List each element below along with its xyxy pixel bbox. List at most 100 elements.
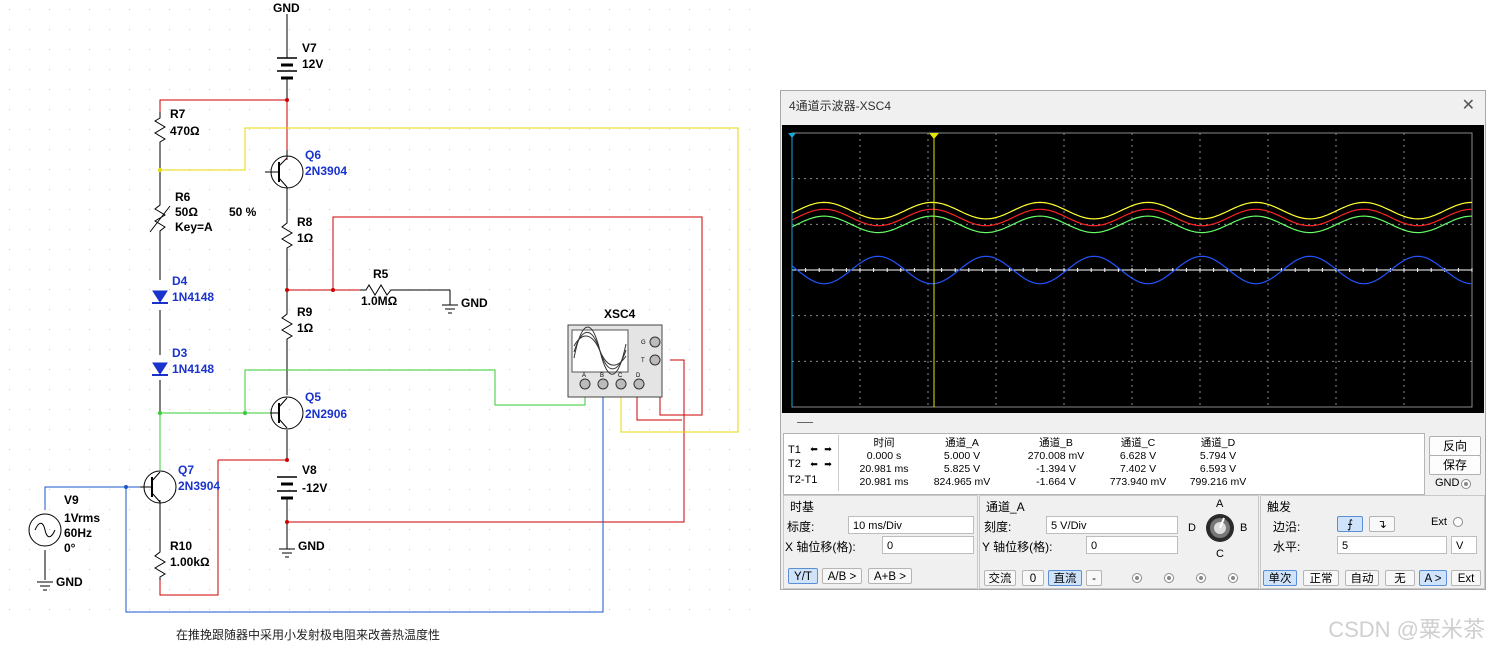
t1-label: T1 <box>788 444 801 456</box>
r7-value: 470Ω <box>170 124 200 138</box>
xsc4-pin-g: G <box>641 340 646 346</box>
x-position-label: X 轴位移(格): <box>785 540 856 554</box>
gnd-terminal-icon[interactable] <box>1461 479 1471 489</box>
reverse-button[interactable]: 反向 <box>1429 436 1481 456</box>
xsc4-name: XSC4 <box>604 307 636 321</box>
t2-left-arrow-icon[interactable]: ⬅ <box>808 459 820 470</box>
trigger-single-button[interactable]: 单次 <box>1263 570 1297 586</box>
v9-name: V9 <box>64 493 79 507</box>
q6-name: Q6 <box>305 148 321 162</box>
coupling-ac-button[interactable]: 交流 <box>984 570 1016 586</box>
diff-ch-d: 799.216 mV <box>1189 476 1247 488</box>
channel-scale-field[interactable]: 5 V/Div <box>1046 516 1178 534</box>
knob-label-c: C <box>1216 548 1224 560</box>
coupling-dc-button[interactable]: 直流 <box>1048 570 1082 586</box>
channel-section: 通道_A 刻度: 5 V/Div Y 轴位移(格): 0 交流 0 直流 - A… <box>979 495 1259 589</box>
r8-value: 1Ω <box>297 231 314 245</box>
close-icon[interactable]: ✕ <box>1462 91 1475 121</box>
v9-value1: 1Vrms <box>64 511 100 525</box>
r6-percent: 50 % <box>229 205 257 219</box>
t2-ch-c: 7.402 V <box>1119 463 1157 475</box>
timebase-scale-label: 标度: <box>787 520 815 534</box>
channel-title: 通道_A <box>986 500 1025 514</box>
channel-radio-2[interactable] <box>1164 573 1174 583</box>
trigger-title: 触发 <box>1267 500 1292 514</box>
v8-name: V8 <box>302 463 317 477</box>
gnd-label-v9: GND <box>56 575 83 589</box>
trigger-ext-label: Ext <box>1431 516 1447 528</box>
gnd-terminal-label: GND <box>1435 477 1460 489</box>
panel-divider <box>797 422 813 423</box>
trigger-level-field[interactable]: 5 <box>1337 536 1447 554</box>
mode-a-plus-b-button[interactable]: A+B > <box>868 568 912 584</box>
diff-time: 20.981 ms <box>859 476 909 488</box>
v8-value: -12V <box>302 481 327 495</box>
gnd-label-v8: GND <box>298 539 325 553</box>
d4-name: D4 <box>172 274 188 288</box>
window-titlebar: 4通道示波器-XSC4 ✕ <box>781 91 1485 121</box>
xsc4-pin-a: A <box>582 373 586 379</box>
header-ch-c: 通道_C <box>1120 437 1156 449</box>
v9-value2: 60Hz <box>64 526 92 540</box>
coupling-minus-button[interactable]: - <box>1086 570 1102 586</box>
diff-ch-b: -1.664 V <box>1036 476 1076 488</box>
oscilloscope-window: 4通道示波器-XSC4 ✕ T1 T2 T2-T1 ⬅ ➡ ⬅ ➡ 时间 0.0… <box>780 90 1486 590</box>
save-button[interactable]: 保存 <box>1429 455 1481 475</box>
edge-falling-icon[interactable]: ↴ <box>1369 516 1395 532</box>
edge-rising-icon[interactable]: ⨍ <box>1337 516 1363 532</box>
diff-ch-c: 773.940 mV <box>1109 476 1167 488</box>
circuit-schematic: GND V7 12V R7 470Ω R6 50Ω Key=A 50 % D4 … <box>0 0 760 620</box>
t1-time: 0.000 s <box>866 450 902 462</box>
r6-name: R6 <box>175 190 191 204</box>
oscilloscope-xsc4-icon[interactable]: A B C D G T <box>567 324 663 398</box>
trigger-ext-radio[interactable] <box>1453 517 1463 527</box>
trigger-source-ext-button[interactable]: Ext <box>1451 570 1481 586</box>
t1-left-arrow-icon[interactable]: ⬅ <box>808 444 820 455</box>
coupling-zero-button[interactable]: 0 <box>1022 570 1044 586</box>
q5-value: 2N2906 <box>305 407 347 421</box>
window-title: 4通道示波器-XSC4 <box>789 99 892 113</box>
scope-screen <box>782 125 1484 413</box>
mode-yt-button[interactable]: Y/T <box>788 568 818 584</box>
readout-table: 时间 0.000 s 20.981 ms 20.981 ms 通道_A 5.00… <box>838 435 1423 491</box>
q7-name: Q7 <box>178 463 194 477</box>
r7-name: R7 <box>170 107 186 121</box>
channel-scale-label: 刻度: <box>984 520 1012 534</box>
r10-value: 1.00kΩ <box>170 555 210 569</box>
header-ch-a: 通道_A <box>945 437 979 449</box>
gnd-label-top: GND <box>273 1 300 15</box>
y-position-field[interactable]: 0 <box>1086 536 1178 554</box>
trigger-normal-button[interactable]: 正常 <box>1303 570 1339 586</box>
y-position-label: Y 轴位移(格): <box>982 540 1053 554</box>
t1-right-arrow-icon[interactable]: ➡ <box>822 444 834 455</box>
channel-radio-3[interactable] <box>1196 573 1206 583</box>
t1-ch-a: 5.000 V <box>943 450 981 462</box>
trigger-level-unit[interactable]: V <box>1451 536 1477 554</box>
mode-ab-button[interactable]: A/B > <box>822 568 862 584</box>
trigger-none-button[interactable]: 无 <box>1385 570 1415 586</box>
t2-right-arrow-icon[interactable]: ➡ <box>822 459 834 470</box>
r6-value: 50Ω <box>175 205 198 219</box>
channel-radio-4[interactable] <box>1228 573 1238 583</box>
t2-ch-d: 6.593 V <box>1199 463 1237 475</box>
xsc4-pin-c: C <box>618 373 623 379</box>
cursor-readout-panel: T1 T2 T2-T1 ⬅ ➡ ⬅ ➡ 时间 0.000 s 20.981 ms… <box>783 433 1425 495</box>
knob-label-d: D <box>1188 522 1196 534</box>
d4-value: 1N4148 <box>172 290 214 304</box>
q7-value: 2N3904 <box>178 479 220 493</box>
r6-key: Key=A <box>175 220 213 234</box>
xsc4-pin-d: D <box>636 373 641 379</box>
trigger-auto-button[interactable]: 自动 <box>1345 570 1379 586</box>
t2t1-label: T2-T1 <box>788 474 818 486</box>
r8-name: R8 <box>297 215 313 229</box>
timebase-scale-field[interactable]: 10 ms/Div <box>848 516 974 534</box>
x-position-field[interactable]: 0 <box>882 536 974 554</box>
circuit-caption: 在推挽跟随器中采用小发射极电阻来改善热温度性 <box>176 628 441 642</box>
channel-radio-1[interactable] <box>1132 573 1142 583</box>
header-ch-b: 通道_B <box>1039 437 1073 449</box>
d3-name: D3 <box>172 346 188 360</box>
gnd-label-r5: GND <box>461 296 488 310</box>
trigger-source-a-button[interactable]: A > <box>1419 570 1447 586</box>
t2-ch-b: -1.394 V <box>1036 463 1076 475</box>
t2-ch-a: 5.825 V <box>943 463 981 475</box>
